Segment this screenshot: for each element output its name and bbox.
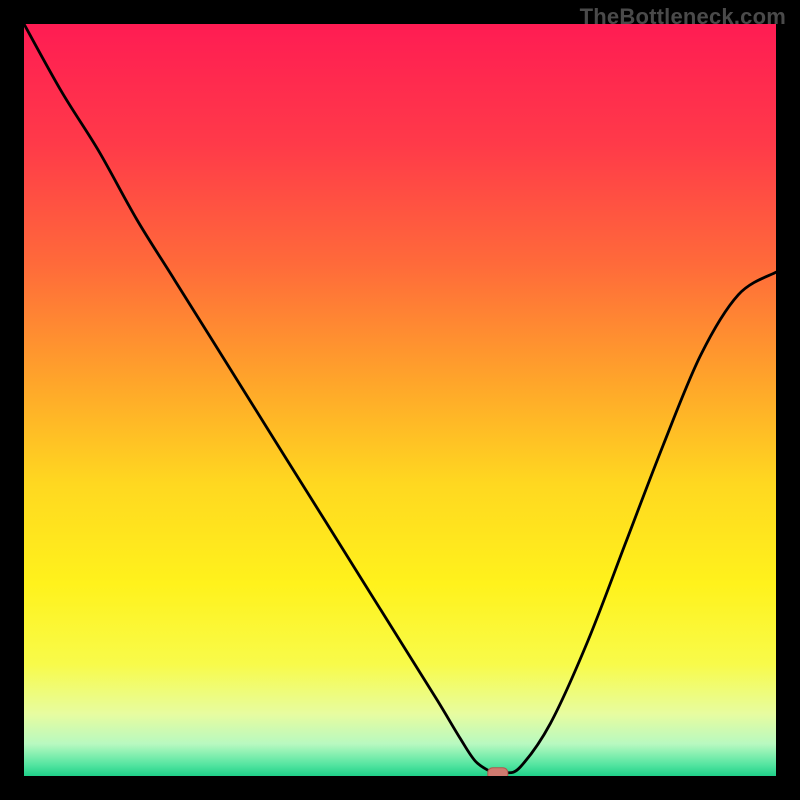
- chart-frame: { "watermark": "TheBottleneck.com", "col…: [0, 0, 800, 800]
- watermark-text: TheBottleneck.com: [580, 4, 786, 30]
- sweet-spot-marker: [488, 768, 508, 776]
- chart-background: [24, 24, 776, 776]
- bottleneck-chart: [24, 24, 776, 776]
